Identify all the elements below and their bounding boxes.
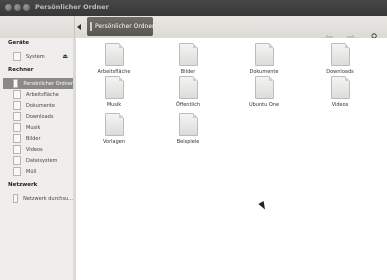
sidebar-item-label: Dokumente [26,102,55,109]
sidebar-item-pictures[interactable]: Bilder [3,133,73,144]
sidebar-item-label: Netzwerk durchsu... [23,195,73,202]
sidebar-item-filesystem[interactable]: Dateisystem [3,155,73,166]
folder-item[interactable]: Beispiele [158,113,218,145]
downloads-icon [13,112,21,121]
folder-icon [104,113,124,136]
sidebar-item-network[interactable]: Netzwerk durchsu... [3,193,73,204]
folder-item[interactable]: Ubuntu One [234,76,294,108]
window-titlebar: Persönlicher Ordner [0,0,387,16]
folder-item[interactable]: Öffentlich [158,76,218,108]
history-back-arrow-icon[interactable] [77,24,81,30]
eject-icon[interactable]: ⏏ [62,53,68,60]
folder-icon [178,76,198,99]
network-icon [13,194,19,203]
folder-label: Öffentlich [175,102,201,108]
folder-label: Downloads [326,69,354,75]
sidebar-item-system[interactable]: System ⏏ [3,51,73,62]
sidebar-item-label: Arbeitsfläche [26,91,59,98]
folder-label: Musik [106,102,122,108]
trash-icon [13,167,21,176]
folder-label: Dokumente [249,69,279,75]
sidebar-item-label: Musik [26,124,41,131]
music-icon [13,123,21,132]
sidebar-item-label: Videos [26,146,43,153]
folder-label: Ubuntu One [248,102,280,108]
folder-item[interactable]: Arbeitsfläche [84,43,144,75]
sidebar-section-title: Geräte [8,40,30,46]
pictures-icon [13,134,21,143]
path-bar-button[interactable]: Persönlicher Ordner [87,17,155,36]
path-label: Persönlicher Ordner [95,23,155,30]
folder-item[interactable]: Downloads [310,43,370,75]
sidebar-item-label: Müll [26,168,37,175]
home-folder-icon [13,79,19,88]
sidebar: Geräte System ⏏ Rechner Persönlicher Ord… [0,38,74,280]
folder-icon [254,76,274,99]
close-button[interactable] [5,4,12,11]
folder-item[interactable]: Musik [84,76,144,108]
maximize-button[interactable] [23,4,30,11]
window-title: Persönlicher Ordner [35,3,109,11]
folder-label: Arbeitsfläche [97,69,131,75]
folder-item[interactable]: Videos [310,76,370,108]
documents-icon [13,101,21,110]
folder-item[interactable]: Dokumente [234,43,294,75]
sidebar-item-label: Dateisystem [26,157,58,164]
sidebar-item-label: Bilder [26,135,41,142]
folder-label: Vorlagen [102,139,126,145]
folder-icon [178,113,198,136]
folder-icon [254,43,274,66]
sidebar-section-title: Rechner [8,67,34,73]
folder-label: Bilder [180,69,196,75]
toolbar-spacer [0,16,75,38]
file-view: Arbeitsfläche Bilder Dokumente Downloads… [76,38,387,280]
sidebar-item-downloads[interactable]: Downloads [3,111,73,122]
folder-item[interactable]: Vorlagen [84,113,144,145]
sidebar-item-desktop[interactable]: Arbeitsfläche [3,89,73,100]
toolbar: ⇦ Zurück ⇨ Vor ⚲ Suchen [0,16,387,49]
folder-icon [330,76,350,99]
sidebar-item-label: System [26,53,45,60]
sidebar-item-videos[interactable]: Videos [3,144,73,155]
folder-label: Beispiele [176,139,200,145]
sidebar-item-documents[interactable]: Dokumente [3,100,73,111]
folder-label: Videos [331,102,349,108]
desktop-icon [13,90,21,99]
videos-icon [13,145,21,154]
sidebar-item-music[interactable]: Musik [3,122,73,133]
folder-icon [104,76,124,99]
sidebar-item-label: Downloads [26,113,54,120]
minimize-button[interactable] [14,4,21,11]
drive-icon [13,52,21,61]
sidebar-section-title: Netzwerk [8,182,38,188]
sidebar-item-label: Persönlicher Ordner [23,80,73,87]
folder-item[interactable]: Bilder [158,43,218,75]
sidebar-item-home[interactable]: Persönlicher Ordner [3,78,73,89]
folder-icon [178,43,198,66]
folder-icon [330,43,350,66]
folder-icon [90,22,92,31]
folder-icon [104,43,124,66]
sidebar-item-trash[interactable]: Müll [3,166,73,177]
filesystem-icon [13,156,21,165]
